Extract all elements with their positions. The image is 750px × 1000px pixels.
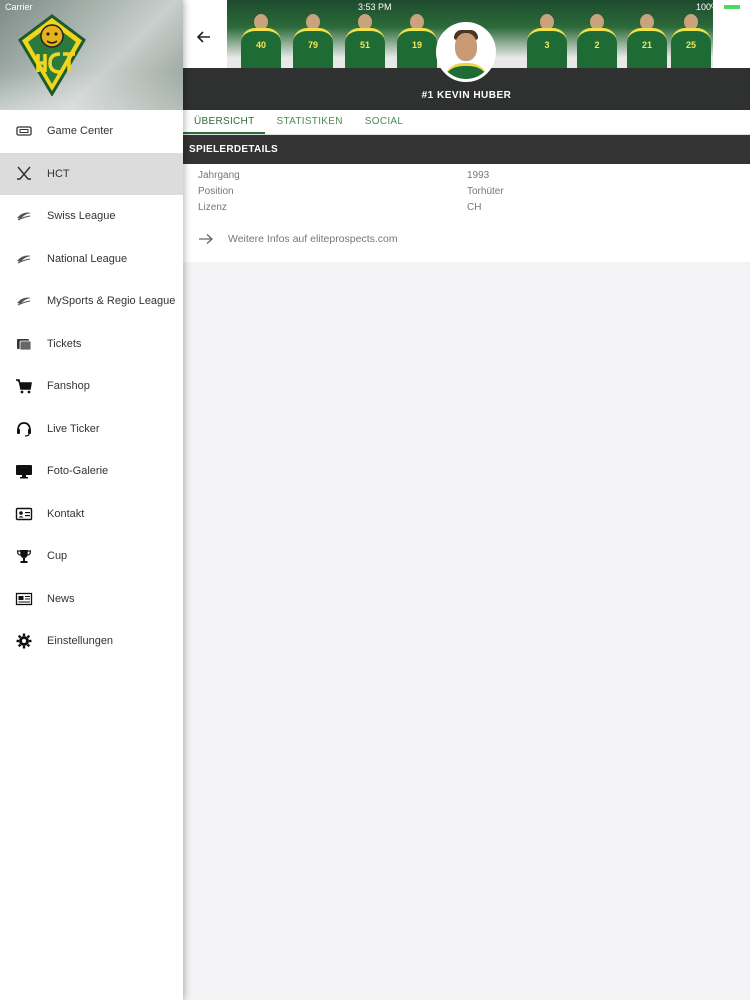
battery-indicator: 100% xyxy=(696,2,742,12)
detail-row: Lizenz CH xyxy=(183,202,750,218)
league-swoosh-icon xyxy=(14,249,34,269)
sidebar-item-label: HCT xyxy=(47,167,70,180)
monitor-icon xyxy=(14,461,34,481)
sidebar-item-label: MySports & Regio League xyxy=(47,295,176,308)
sidebar-item-kontakt[interactable]: Kontakt xyxy=(0,493,183,536)
sidebar-item-foto-galerie[interactable]: Foto-Galerie xyxy=(0,450,183,493)
sidebar: Game Center HCT Swiss League National Le… xyxy=(0,0,183,1000)
sidebar-item-hct[interactable]: HCT xyxy=(0,152,183,195)
detail-value: Torhüter xyxy=(467,186,504,197)
sidebar-nav: Game Center HCT Swiss League National Le… xyxy=(0,110,183,663)
newspaper-icon xyxy=(14,589,34,609)
player-name: #1 KEVIN HUBER xyxy=(421,90,512,101)
clock: 3:53 PM xyxy=(358,2,392,12)
tab-statistiken[interactable]: STATISTIKEN xyxy=(265,110,353,134)
sidebar-item-label: Kontakt xyxy=(47,507,85,520)
tickets-icon xyxy=(14,334,34,354)
sidebar-item-fanshop[interactable]: Fanshop xyxy=(0,365,183,408)
trophy-icon xyxy=(14,546,34,566)
sidebar-item-game-center[interactable]: Game Center xyxy=(0,110,183,153)
detail-label: Jahrgang xyxy=(198,170,240,181)
eliteprospects-link[interactable]: Weitere Infos auf eliteprospects.com xyxy=(183,224,750,254)
detail-label: Lizenz xyxy=(198,202,227,213)
sidebar-item-einstellungen[interactable]: Einstellungen xyxy=(0,620,183,663)
detail-label: Position xyxy=(198,186,234,197)
battery-icon xyxy=(722,3,742,11)
sidebar-item-label: Live Ticker xyxy=(47,422,100,435)
sidebar-item-label: Game Center xyxy=(47,125,114,138)
ticket-screen-icon xyxy=(14,121,34,141)
sidebar-item-live-ticker[interactable]: Live Ticker xyxy=(0,408,183,451)
detail-row: Position Torhüter xyxy=(183,186,750,202)
section-title: SPIELERDETAILS xyxy=(183,135,750,164)
arrow-right-icon xyxy=(199,234,213,244)
sidebar-item-label: Swiss League xyxy=(47,210,116,223)
sidebar-header xyxy=(0,0,183,110)
sidebar-item-label: Foto-Galerie xyxy=(47,465,109,478)
tab-social[interactable]: SOCIAL xyxy=(354,110,414,134)
player-details: Jahrgang 1993 Position Torhüter Lizenz C… xyxy=(183,164,750,262)
sidebar-item-label: Einstellungen xyxy=(47,635,114,648)
sidebar-item-swiss-league[interactable]: Swiss League xyxy=(0,195,183,238)
back-arrow-icon[interactable] xyxy=(193,26,215,48)
contact-card-icon xyxy=(14,504,34,524)
crossed-sticks-icon xyxy=(14,164,34,184)
sidebar-item-tickets[interactable]: Tickets xyxy=(0,323,183,366)
sidebar-item-national-league[interactable]: National League xyxy=(0,238,183,281)
league-swoosh-icon xyxy=(14,206,34,226)
detail-row: Jahrgang 1993 xyxy=(183,170,750,186)
main-content: 40 79 51 19 3 2 21 25 #1 KEVIN HUBER ÜBE… xyxy=(183,0,750,1000)
player-header: 40 79 51 19 3 2 21 25 #1 KEVIN HUBER xyxy=(183,0,750,110)
sidebar-item-label: News xyxy=(47,592,75,605)
detail-value: 1993 xyxy=(467,170,490,181)
gear-icon xyxy=(14,631,34,651)
league-swoosh-icon xyxy=(14,291,34,311)
battery-percent: 100% xyxy=(695,2,719,12)
sidebar-item-news[interactable]: News xyxy=(0,578,183,621)
sidebar-item-label: Fanshop xyxy=(47,380,90,393)
cart-icon xyxy=(14,376,34,396)
sidebar-item-cup[interactable]: Cup xyxy=(0,535,183,578)
carrier-label: Carrier xyxy=(5,2,33,12)
sidebar-item-label: National League xyxy=(47,252,128,265)
player-avatar xyxy=(436,22,496,82)
link-label: Weitere Infos auf eliteprospects.com xyxy=(228,233,398,245)
sidebar-item-label: Cup xyxy=(47,550,68,563)
detail-value: CH xyxy=(467,202,482,213)
hct-logo[interactable] xyxy=(18,14,86,96)
status-bar: Carrier 3:53 PM 100% xyxy=(0,0,750,16)
tab-bar: ÜBERSICHT STATISTIKEN SOCIAL xyxy=(183,110,750,135)
sidebar-item-mysports-regio-league[interactable]: MySports & Regio League xyxy=(0,280,183,323)
headset-icon xyxy=(14,419,34,439)
sidebar-item-label: Tickets xyxy=(47,337,82,350)
tab-uebersicht[interactable]: ÜBERSICHT xyxy=(183,110,266,134)
